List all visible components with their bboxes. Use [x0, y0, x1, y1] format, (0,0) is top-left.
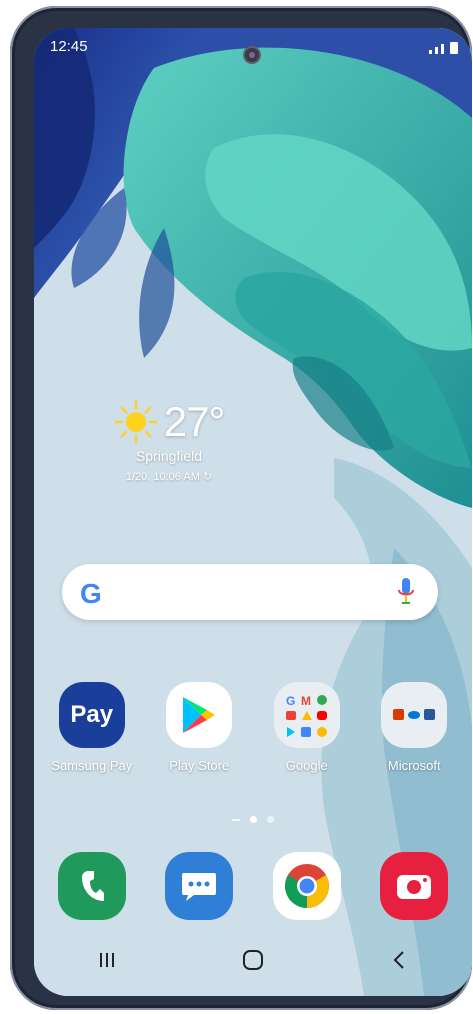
phone-handset-icon	[81, 871, 104, 901]
app-label: Samsung Pay	[51, 758, 133, 773]
back-icon	[393, 951, 404, 969]
samsung-pay-icon: Pay	[58, 682, 125, 748]
home-screen: 12:45 27° Springfield 1/20, 10:06 AM ↻ G…	[34, 28, 472, 996]
microsoft-folder-icon	[381, 682, 448, 748]
app-label: Microsoft	[387, 758, 441, 773]
page-indicator	[34, 816, 472, 823]
app-row: Pay Samsung Pay Play Store G M Google Mi…	[34, 682, 472, 773]
google-logo-icon: G	[80, 578, 102, 609]
dock-phone[interactable]	[42, 852, 142, 920]
phone-icon	[57, 852, 126, 920]
camera-icon	[380, 852, 449, 920]
camera-body-icon	[397, 875, 432, 899]
recent-apps-button[interactable]	[77, 940, 137, 980]
google-folder-icon: G M	[273, 682, 340, 748]
recent-apps-icon	[100, 953, 114, 967]
temperature: 27°	[163, 398, 226, 445]
app-play-store[interactable]: Play Store	[149, 682, 249, 773]
page-dot[interactable]	[267, 816, 274, 823]
app-google-folder[interactable]: G M Google	[257, 682, 357, 773]
page-dot-active[interactable]	[250, 816, 257, 823]
weather-updated-time: 1/20, 10:06 AM	[125, 471, 200, 483]
chrome-icon	[272, 852, 341, 920]
mic-icon[interactable]	[398, 578, 414, 606]
svg-text:M: M	[301, 694, 311, 708]
app-label: Google	[285, 758, 328, 773]
play-triangle-icon	[183, 697, 216, 733]
dock-chrome[interactable]	[257, 852, 357, 920]
dock	[34, 852, 472, 920]
signal-bar-icon	[429, 50, 432, 54]
samsung-pay-icon-text: Pay	[70, 701, 114, 728]
play-store-icon	[166, 682, 233, 748]
dock-messages[interactable]	[149, 852, 249, 920]
svg-text:G: G	[286, 694, 295, 708]
dock-camera[interactable]	[364, 852, 464, 920]
sun-icon	[114, 400, 157, 444]
signal-bar-icon	[441, 44, 444, 54]
signal-bar-icon	[435, 47, 438, 54]
chrome-logo-icon	[284, 864, 329, 908]
weather-updated: 1/20, 10:06 AM ↻	[94, 470, 244, 483]
app-samsung-pay[interactable]: Pay Samsung Pay	[42, 682, 142, 773]
weather-city: Springfield	[135, 448, 203, 464]
weather-widget[interactable]: 27° Springfield 1/20, 10:06 AM ↻	[94, 398, 244, 483]
device-frame: 12:45 27° Springfield 1/20, 10:06 AM ↻ G…	[10, 6, 472, 1010]
back-button[interactable]	[369, 940, 429, 980]
google-search-bar[interactable]: G	[62, 564, 438, 620]
home-page-indicator-icon[interactable]	[232, 818, 240, 821]
wallpaper	[34, 28, 472, 996]
home-icon	[243, 950, 263, 970]
signal-battery-icons	[429, 42, 458, 54]
messages-icon	[165, 852, 234, 920]
home-button[interactable]	[223, 940, 283, 980]
status-time: 12:45	[50, 38, 88, 55]
app-label: Play Store	[169, 758, 230, 773]
app-microsoft-folder[interactable]: Microsoft	[364, 682, 464, 773]
chat-bubble-icon	[182, 873, 217, 901]
battery-icon	[450, 42, 458, 54]
navigation-bar	[34, 924, 472, 996]
google-folder-grid-icon: G M	[285, 694, 327, 737]
microsoft-folder-grid-icon	[393, 709, 436, 720]
refresh-icon[interactable]: ↻	[203, 471, 212, 483]
status-bar: 12:45	[34, 38, 472, 60]
